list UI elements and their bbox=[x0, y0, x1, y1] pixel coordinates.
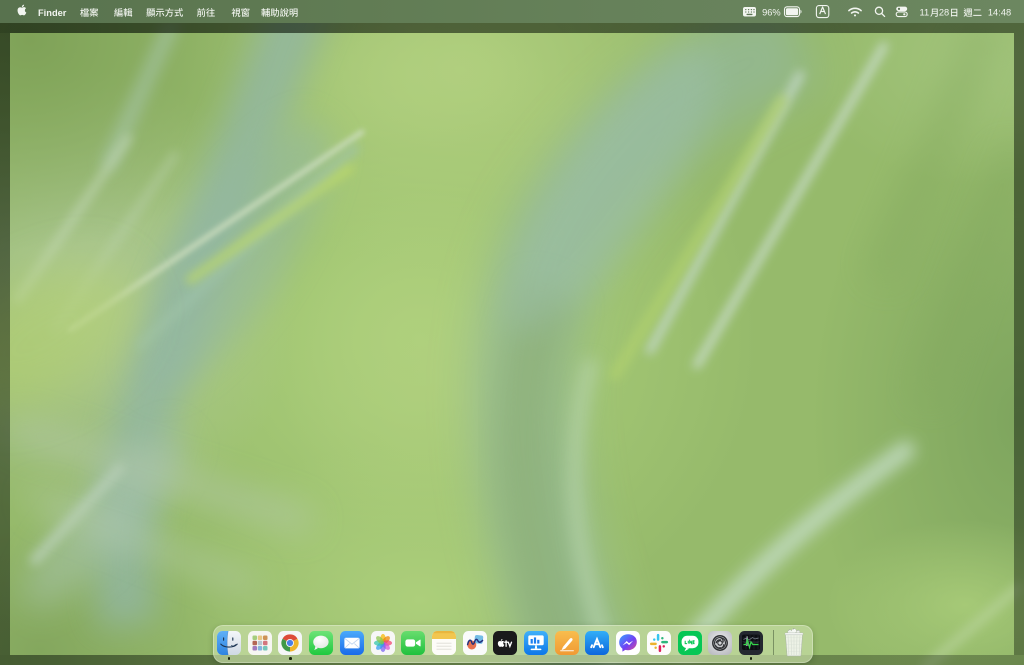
svg-text:14:48: 14:48 bbox=[988, 8, 1011, 18]
svg-text:96%: 96% bbox=[762, 8, 781, 18]
svg-text:11: 11 bbox=[920, 8, 930, 18]
svg-text:Finder: Finder bbox=[38, 8, 67, 18]
svg-text:28: 28 bbox=[939, 8, 949, 18]
